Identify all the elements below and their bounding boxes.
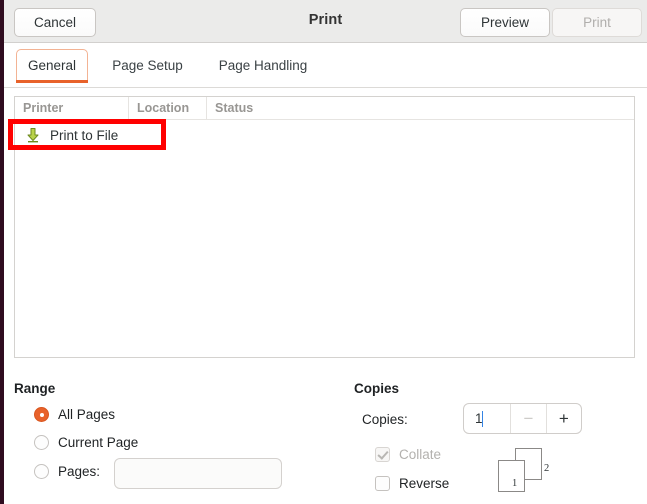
print-button[interactable]: Print: [552, 8, 642, 37]
column-header-status: Status: [215, 101, 254, 115]
tab-page-setup[interactable]: Page Setup: [100, 49, 195, 81]
copies-section-title: Copies: [354, 381, 400, 396]
tab-page-handling[interactable]: Page Handling: [204, 49, 322, 81]
table-row[interactable]: Print to File: [15, 121, 634, 149]
save-to-file-icon: [25, 127, 41, 143]
collate-preview-icon: 2 1: [498, 448, 554, 494]
radio-indicator: [34, 407, 49, 422]
checkbox-indicator: [375, 447, 390, 462]
tab-general[interactable]: General: [16, 49, 88, 83]
radio-all-pages[interactable]: All Pages: [34, 407, 115, 422]
radio-label: Pages:: [58, 464, 101, 479]
checkbox-label: Collate: [399, 447, 442, 462]
checkbox-label: Reverse: [399, 476, 450, 491]
radio-indicator: [34, 435, 49, 450]
copies-value[interactable]: 1: [464, 404, 510, 433]
range-section-title: Range: [14, 381, 56, 396]
printer-name: Print to File: [50, 127, 119, 143]
pages-input[interactable]: [114, 458, 282, 489]
radio-pages[interactable]: Pages:: [34, 464, 100, 479]
copies-stepper[interactable]: 1 − +: [463, 403, 582, 434]
column-header-printer: Printer: [23, 101, 64, 115]
preview-page-1-number: 1: [512, 478, 518, 489]
radio-indicator: [34, 464, 49, 479]
tab-bar: General Page Setup Page Handling: [4, 43, 647, 88]
dialog-header-bar: Cancel Print Preview Print: [4, 0, 647, 43]
print-dialog-window: Cancel Print Preview Print General Page …: [0, 0, 647, 504]
copies-increment-button[interactable]: +: [545, 404, 581, 433]
checkbox-reverse[interactable]: Reverse: [375, 476, 449, 491]
preview-page-2-number: 2: [544, 463, 550, 474]
radio-label: All Pages: [58, 407, 116, 422]
copies-decrement-button[interactable]: −: [510, 404, 545, 433]
column-header-location: Location: [137, 101, 190, 115]
printer-list-header: Printer Location Status: [15, 96, 634, 120]
radio-label: Current Page: [58, 435, 139, 450]
preview-button[interactable]: Preview: [460, 8, 550, 37]
checkbox-collate[interactable]: Collate: [375, 447, 441, 462]
checkbox-indicator: [375, 476, 390, 491]
dialog-title: Print: [308, 12, 343, 28]
copies-field-label: Copies:: [362, 412, 408, 427]
radio-current-page[interactable]: Current Page: [34, 435, 138, 450]
printer-list-panel: Printer Location Status Print to File: [14, 96, 635, 358]
